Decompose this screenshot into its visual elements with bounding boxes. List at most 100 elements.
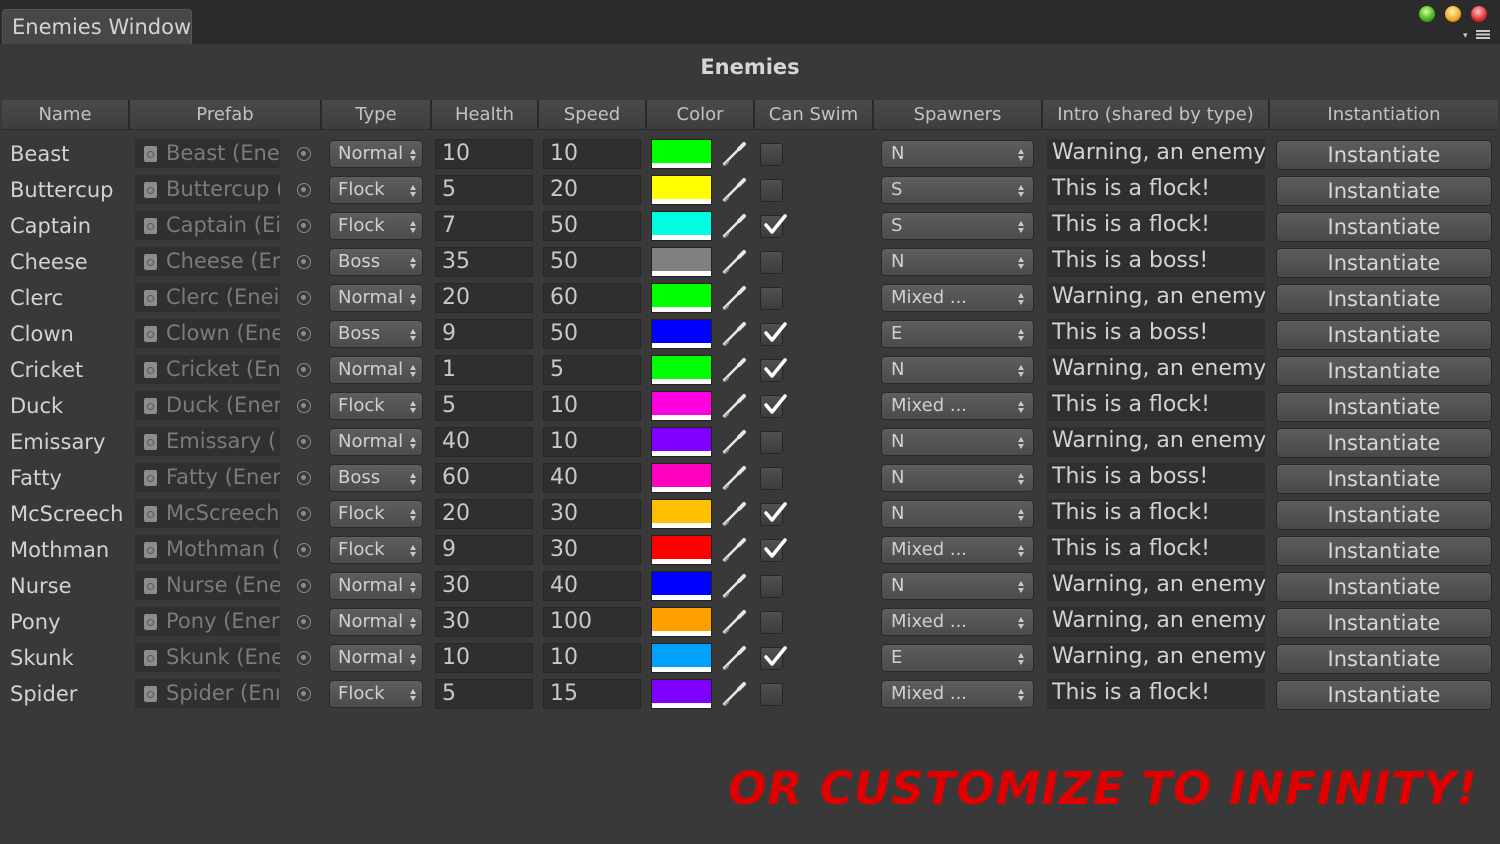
object-picker-icon[interactable]: [297, 399, 311, 413]
speed-field[interactable]: 50: [543, 319, 641, 349]
can-swim-checkbox[interactable]: [760, 683, 783, 706]
spawners-dropdown[interactable]: E: [881, 644, 1034, 672]
column-header-name[interactable]: Name: [2, 100, 130, 130]
health-field[interactable]: 40: [435, 427, 533, 457]
color-swatch[interactable]: [651, 499, 712, 529]
instantiate-button[interactable]: Instantiate: [1276, 356, 1492, 386]
health-field[interactable]: 35: [435, 247, 533, 277]
object-picker-icon[interactable]: [297, 651, 311, 665]
color-swatch[interactable]: [651, 679, 712, 709]
object-picker-icon[interactable]: [297, 183, 311, 197]
eyedropper-icon[interactable]: [720, 284, 748, 312]
health-field[interactable]: 20: [435, 499, 533, 529]
object-picker-icon[interactable]: [297, 507, 311, 521]
intro-field[interactable]: Warning, an enemy!: [1047, 427, 1265, 457]
health-field[interactable]: 60: [435, 463, 533, 493]
spawners-dropdown[interactable]: Mixed ...: [881, 680, 1034, 708]
type-dropdown[interactable]: Flock: [329, 212, 423, 240]
type-dropdown[interactable]: Normal: [329, 572, 423, 600]
can-swim-checkbox[interactable]: [760, 251, 783, 274]
health-field[interactable]: 20: [435, 283, 533, 313]
can-swim-checkbox[interactable]: [760, 646, 787, 670]
color-swatch[interactable]: [651, 283, 712, 313]
can-swim-checkbox[interactable]: [760, 322, 787, 346]
intro-field[interactable]: This is a flock!: [1047, 211, 1265, 241]
column-header-prefab[interactable]: Prefab: [130, 100, 322, 130]
intro-field[interactable]: Warning, an enemy!: [1047, 139, 1265, 169]
type-dropdown[interactable]: Normal: [329, 284, 423, 312]
type-dropdown[interactable]: Normal: [329, 608, 423, 636]
health-field[interactable]: 10: [435, 139, 533, 169]
eyedropper-icon[interactable]: [720, 248, 748, 276]
prefab-field[interactable]: Emissary (: [135, 427, 280, 456]
object-picker-icon[interactable]: [297, 255, 311, 269]
spawners-dropdown[interactable]: N: [881, 356, 1034, 384]
object-picker-icon[interactable]: [297, 363, 311, 377]
type-dropdown[interactable]: Flock: [329, 536, 423, 564]
color-swatch[interactable]: [651, 211, 712, 241]
eyedropper-icon[interactable]: [720, 464, 748, 492]
color-swatch[interactable]: [651, 535, 712, 565]
speed-field[interactable]: 10: [543, 427, 641, 457]
color-swatch[interactable]: [651, 607, 712, 637]
can-swim-checkbox[interactable]: [760, 611, 783, 634]
prefab-field[interactable]: Buttercup (: [135, 175, 280, 204]
spawners-dropdown[interactable]: Mixed ...: [881, 608, 1034, 636]
color-swatch[interactable]: [651, 427, 712, 457]
health-field[interactable]: 5: [435, 175, 533, 205]
eyedropper-icon[interactable]: [720, 392, 748, 420]
color-swatch[interactable]: [651, 463, 712, 493]
prefab-field[interactable]: McScreech: [135, 499, 280, 528]
column-header-intro[interactable]: Intro (shared by type): [1043, 100, 1270, 130]
color-swatch[interactable]: [651, 319, 712, 349]
can-swim-checkbox[interactable]: [760, 467, 783, 490]
type-dropdown[interactable]: Boss: [329, 464, 423, 492]
color-swatch[interactable]: [651, 391, 712, 421]
speed-field[interactable]: 100: [543, 607, 641, 637]
instantiate-button[interactable]: Instantiate: [1276, 284, 1492, 314]
instantiate-button[interactable]: Instantiate: [1276, 320, 1492, 350]
prefab-field[interactable]: Duck (Ener: [135, 391, 280, 420]
prefab-field[interactable]: Mothman (: [135, 535, 280, 564]
health-field[interactable]: 5: [435, 391, 533, 421]
instantiate-button[interactable]: Instantiate: [1276, 644, 1492, 674]
type-dropdown[interactable]: Normal: [329, 140, 423, 168]
instantiate-button[interactable]: Instantiate: [1276, 608, 1492, 638]
speed-field[interactable]: 10: [543, 643, 641, 673]
column-header-health[interactable]: Health: [432, 100, 539, 130]
spawners-dropdown[interactable]: Mixed ...: [881, 536, 1034, 564]
can-swim-checkbox[interactable]: [760, 179, 783, 202]
eyedropper-icon[interactable]: [720, 572, 748, 600]
spawners-dropdown[interactable]: N: [881, 500, 1034, 528]
spawners-dropdown[interactable]: E: [881, 320, 1034, 348]
instantiate-button[interactable]: Instantiate: [1276, 536, 1492, 566]
can-swim-checkbox[interactable]: [760, 214, 787, 238]
eyedropper-icon[interactable]: [720, 212, 748, 240]
intro-field[interactable]: This is a boss!: [1047, 247, 1265, 277]
object-picker-icon[interactable]: [297, 327, 311, 341]
can-swim-checkbox[interactable]: [760, 431, 783, 454]
spawners-dropdown[interactable]: N: [881, 248, 1034, 276]
color-swatch[interactable]: [651, 247, 712, 277]
intro-field[interactable]: Warning, an enemy!: [1047, 355, 1265, 385]
speed-field[interactable]: 30: [543, 535, 641, 565]
instantiate-button[interactable]: Instantiate: [1276, 500, 1492, 530]
speed-field[interactable]: 10: [543, 391, 641, 421]
type-dropdown[interactable]: Flock: [329, 392, 423, 420]
spawners-dropdown[interactable]: N: [881, 428, 1034, 456]
object-picker-icon[interactable]: [297, 219, 311, 233]
type-dropdown[interactable]: Normal: [329, 644, 423, 672]
prefab-field[interactable]: Spider (Enı: [135, 679, 280, 708]
intro-field[interactable]: This is a flock!: [1047, 499, 1265, 529]
health-field[interactable]: 10: [435, 643, 533, 673]
health-field[interactable]: 9: [435, 535, 533, 565]
prefab-field[interactable]: Fatty (Ener: [135, 463, 280, 492]
object-picker-icon[interactable]: [297, 435, 311, 449]
can-swim-checkbox[interactable]: [760, 143, 783, 166]
type-dropdown[interactable]: Flock: [329, 680, 423, 708]
minimize-light-icon[interactable]: [1445, 6, 1461, 22]
can-swim-checkbox[interactable]: [760, 575, 783, 598]
color-swatch[interactable]: [651, 139, 712, 169]
intro-field[interactable]: Warning, an enemy!: [1047, 607, 1265, 637]
intro-field[interactable]: This is a flock!: [1047, 535, 1265, 565]
